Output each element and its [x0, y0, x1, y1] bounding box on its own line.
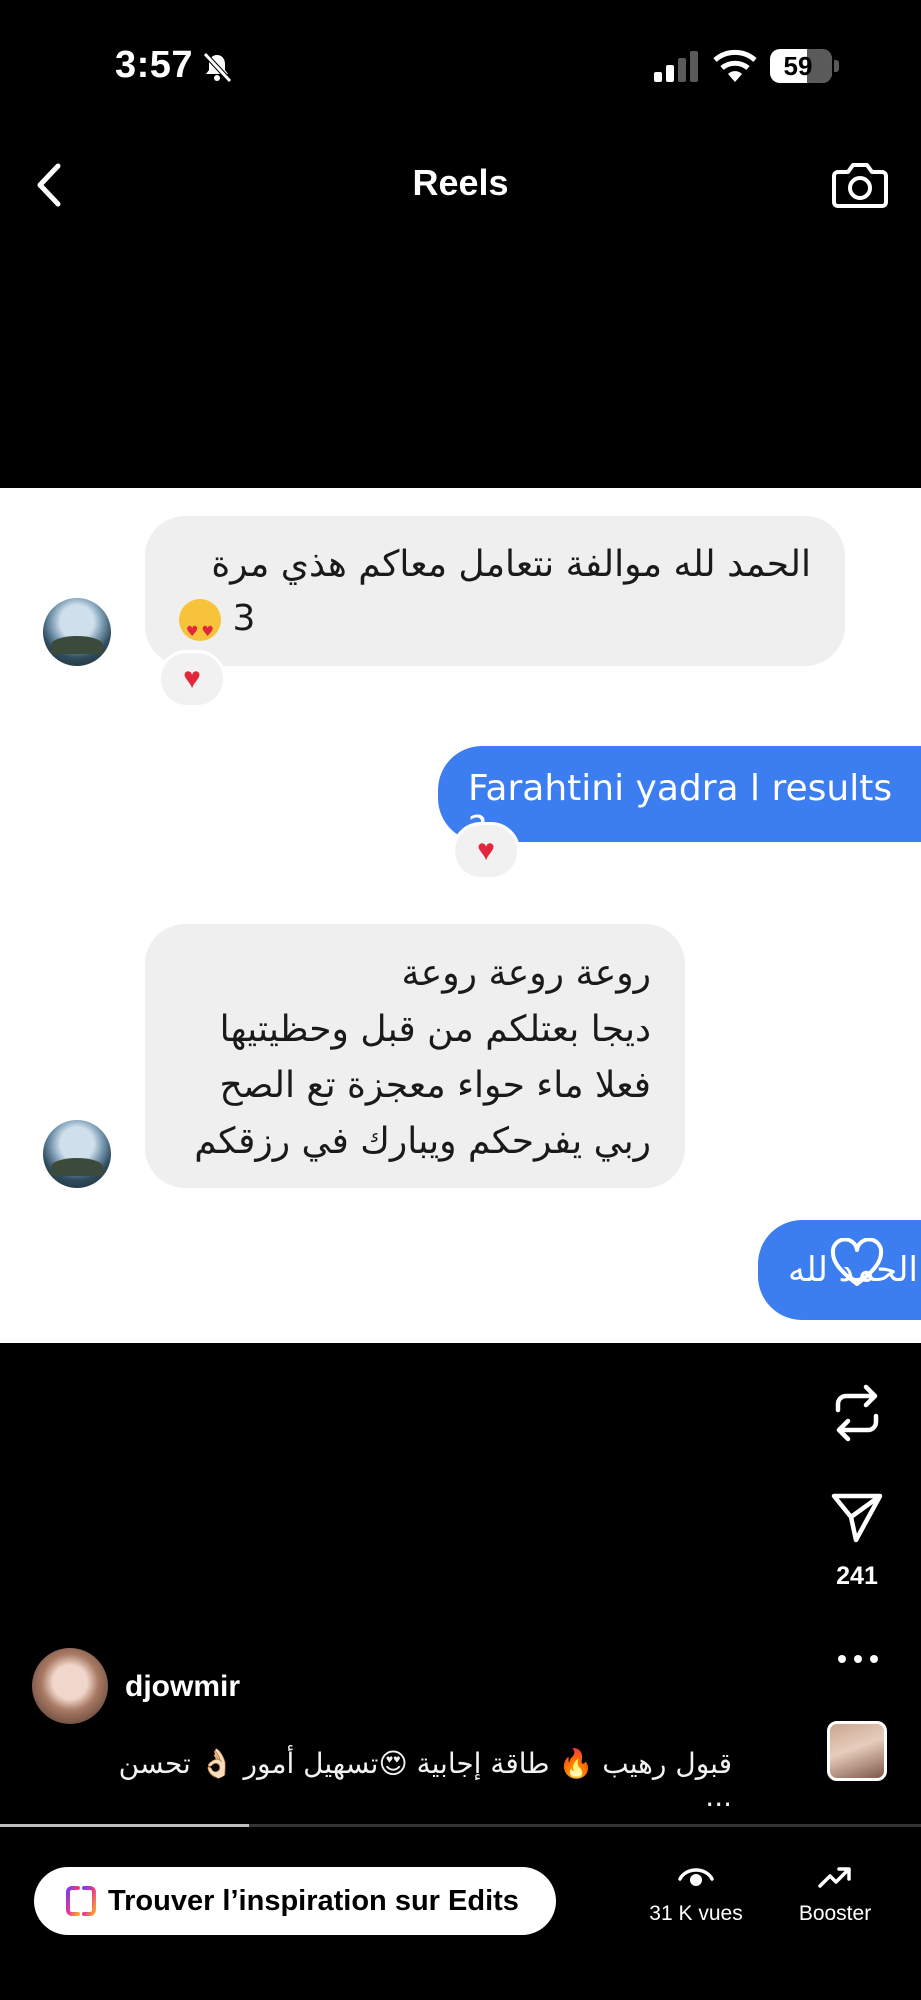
like-count: 265 [841, 1318, 879, 1343]
repost-icon[interactable] [830, 1382, 884, 1444]
incoming-message-bubble: الحمد لله موالفة نتعامل معاكم هذي مرة 3 [145, 516, 845, 666]
battery-level: 59 [783, 51, 813, 81]
send-icon[interactable] [830, 1490, 884, 1544]
trending-up-icon [818, 1867, 851, 1888]
more-options-icon[interactable] [836, 1652, 880, 1666]
edits-inspiration-button[interactable]: Trouver l’inspiration sur Edits [34, 1867, 556, 1935]
views-label: 31 K vues [649, 1902, 743, 1925]
message-text: 3 [179, 592, 811, 659]
contact-avatar [43, 1120, 111, 1188]
reel-caption[interactable]: قبول رهيب 🔥 طاقة إجابية 😍تسهيل أمور 👌🏻 ت… [92, 1747, 732, 1813]
audio-thumbnail[interactable] [827, 1721, 887, 1781]
contact-avatar [43, 598, 111, 666]
eye-icon [678, 1868, 714, 1886]
playback-progress-fill [0, 1824, 249, 1827]
reels-header: Reels [0, 140, 921, 230]
edits-button-label: Trouver l’inspiration sur Edits [108, 1884, 519, 1917]
message-text: الحمد لله موالفة نتعامل معاكم هذي مرة [211, 544, 811, 585]
page-title: Reels [412, 162, 509, 203]
views-stat[interactable]: 31 K vues [640, 1862, 752, 1926]
edits-app-icon [66, 1886, 96, 1916]
bell-muted-icon [203, 52, 232, 83]
wifi-icon [713, 49, 757, 82]
boost-button[interactable]: Booster [780, 1862, 890, 1926]
message-text: Farahtini yadra l results ? [468, 768, 893, 850]
clock-time: 3:57 [115, 44, 194, 86]
battery-nub [834, 60, 839, 72]
status-bar: 3:57 59 [0, 0, 921, 130]
heart-reaction: ♥ [452, 822, 520, 880]
heart-reaction: ♥ [158, 650, 226, 708]
reel-video[interactable]: الحمد لله موالفة نتعامل معاكم هذي مرة 3 … [0, 488, 921, 1343]
message-line: ديجا بعتلكم من قبل وحظيتيها [219, 1009, 651, 1050]
camera-icon[interactable] [832, 156, 888, 212]
share-count: 241 [836, 1562, 878, 1590]
incoming-message-bubble: روعة روعة روعة ديجا بعتلكم من قبل وحظيتي… [145, 924, 685, 1188]
author-avatar[interactable] [32, 1648, 108, 1724]
heart-eyes-emoji [179, 599, 221, 659]
outgoing-message-bubble: Farahtini yadra l results ? [438, 746, 921, 850]
message-number: 3 [232, 598, 256, 639]
battery-indicator: 59 [770, 49, 832, 83]
boost-label: Booster [798, 1902, 872, 1925]
message-line: فعلا ماء حواء معجزة تع الصح [219, 1065, 651, 1106]
like-heart-icon[interactable] [830, 1238, 884, 1288]
playback-progress-bar[interactable] [0, 1824, 921, 1827]
message-line: روعة روعة روعة [401, 953, 651, 994]
cellular-signal-icon [654, 51, 698, 82]
author-username[interactable]: djowmir [125, 1670, 240, 1704]
message-line: ربي يفرحكم ويبارك في رزقكم [194, 1121, 651, 1162]
